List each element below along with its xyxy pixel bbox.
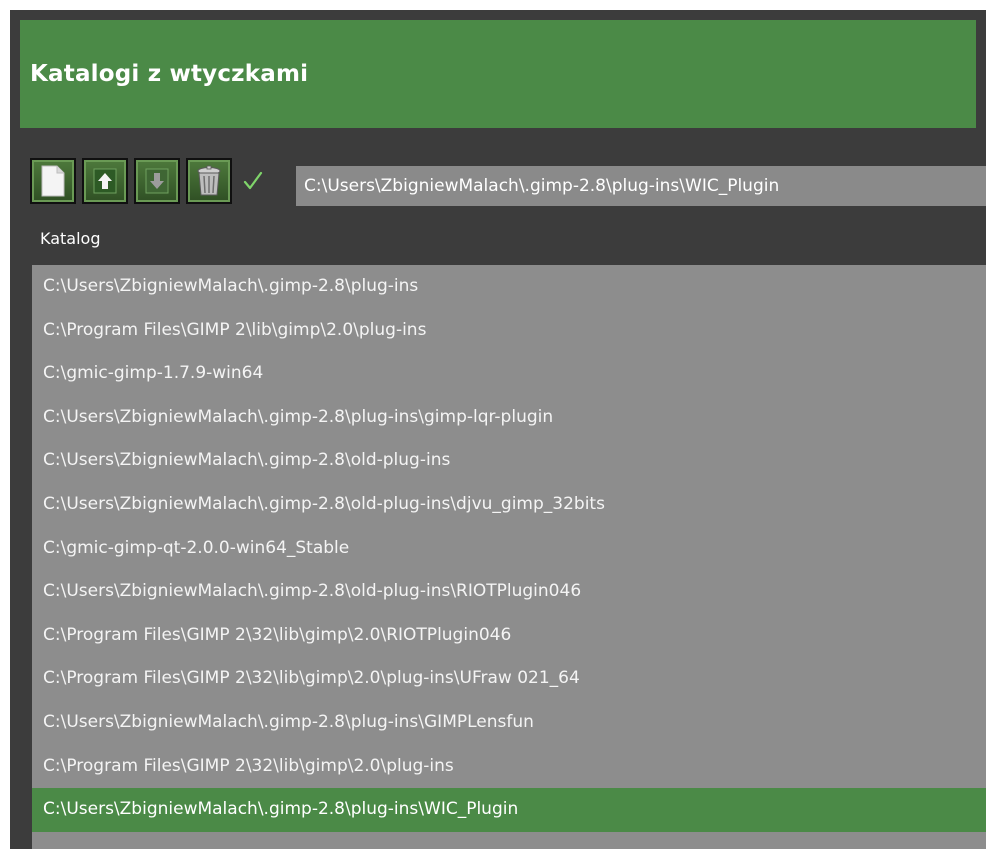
move-up-button[interactable] [82, 158, 128, 204]
list-item[interactable]: C:\Program Files\GIMP 2\32\lib\gimp\2.0\… [32, 614, 986, 658]
folder-path-input[interactable] [296, 166, 986, 206]
checkmark-icon[interactable] [238, 161, 268, 201]
list-item[interactable]: C:\Program Files\GIMP 2\lib\gimp\2.0\plu… [32, 309, 986, 353]
column-header-katalog[interactable]: Katalog [40, 229, 100, 248]
delete-button[interactable] [186, 158, 232, 204]
folder-list[interactable]: C:\Users\ZbigniewMalach\.gimp-2.8\plug-i… [32, 265, 986, 849]
list-item[interactable]: C:\Users\ZbigniewMalach\.gimp-2.8\plug-i… [32, 396, 986, 440]
list-item[interactable]: C:\gmic-gimp-1.7.9-win64 [32, 352, 986, 396]
list-item[interactable]: C:\Program Files\GIMP 2\32\lib\gimp\2.0\… [32, 745, 986, 789]
list-item[interactable]: C:\gmic-gimp-qt-2.0.0-win64_Stable [32, 527, 986, 571]
list-item[interactable]: C:\Users\ZbigniewMalach\.gimp-2.8\plug-i… [32, 701, 986, 745]
page-title: Katalogi z wtyczkami [30, 61, 309, 87]
arrow-up-icon [93, 168, 117, 194]
header-bar: Katalogi z wtyczkami [20, 20, 976, 128]
new-document-icon [41, 165, 65, 197]
arrow-down-icon [145, 168, 169, 194]
list-item[interactable]: C:\Users\ZbigniewMalach\.gimp-2.8\old-pl… [32, 570, 986, 614]
list-item-selected[interactable]: C:\Users\ZbigniewMalach\.gimp-2.8\plug-i… [32, 788, 986, 832]
move-down-button[interactable] [134, 158, 180, 204]
list-item[interactable]: C:\Users\ZbigniewMalach\.gimp-2.8\old-pl… [32, 483, 986, 527]
list-item[interactable]: C:\Users\ZbigniewMalach\.gimp-2.8\plug-i… [32, 265, 986, 309]
list-item[interactable]: C:\Users\ZbigniewMalach\.gimp-2.8\old-pl… [32, 439, 986, 483]
trash-icon [197, 165, 221, 196]
new-folder-button[interactable] [30, 158, 76, 204]
toolbar [30, 155, 272, 207]
list-item[interactable]: C:\Program Files\GIMP 2\32\lib\gimp\2.0\… [32, 657, 986, 701]
